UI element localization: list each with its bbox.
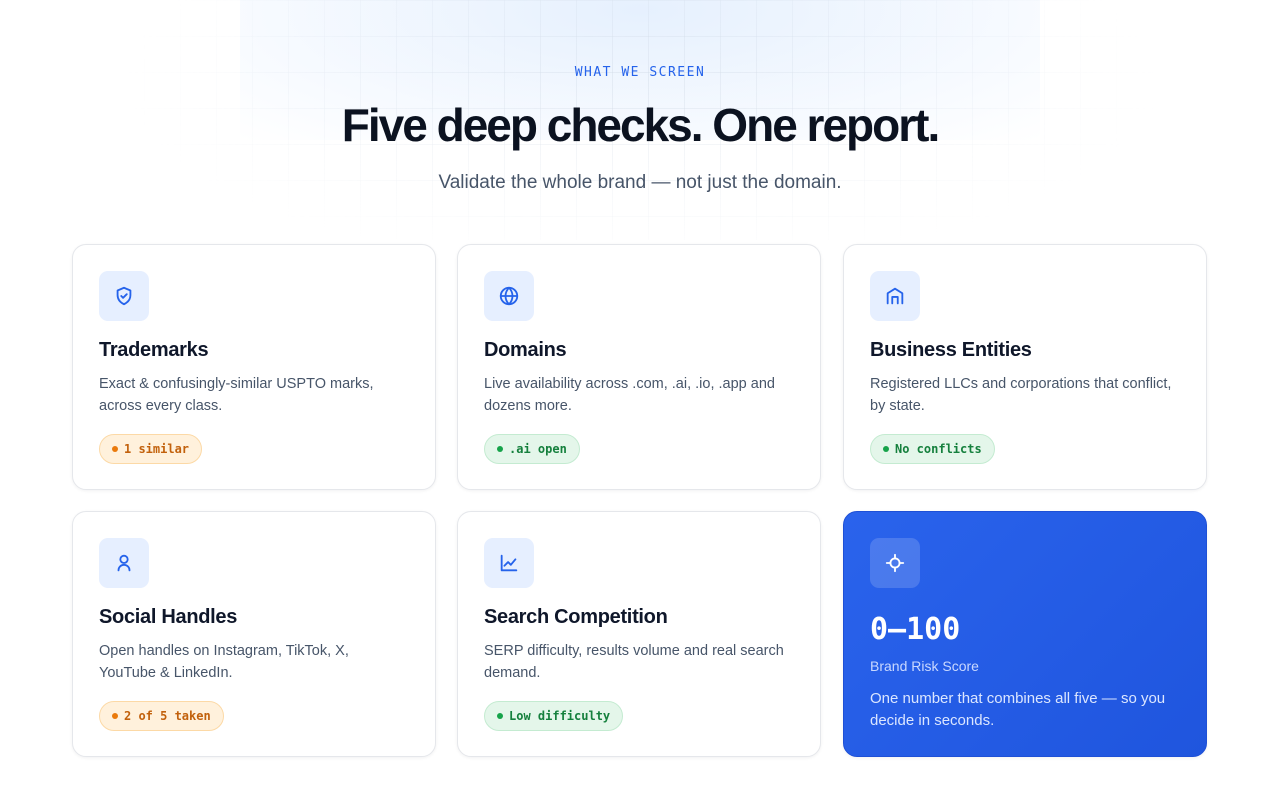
line-chart-icon [484,538,534,588]
status-badge: .ai open [484,434,580,464]
eyebrow-label: WHAT WE SCREEN [574,65,706,80]
card-brand-risk-score: 0–100 Brand Risk Score One number that c… [843,511,1207,757]
status-badge: No conflicts [870,434,995,464]
status-badge: 2 of 5 taken [99,701,224,731]
card-description: SERP difficulty, results volume and real… [484,643,784,681]
score-description: One number that combines all five — so y… [870,690,1166,729]
user-icon [99,538,149,588]
section-subtitle: Validate the whole brand — not just the … [438,172,842,193]
status-dot [497,713,503,719]
shield-check-icon [99,271,149,321]
section-title: Five deep checks. One report. [341,99,940,151]
card-title: Search Competition [484,606,668,628]
card-description: Registered LLCs and corporations that co… [870,376,1172,414]
card-title: Social Handles [99,606,238,628]
status-dot [883,446,889,452]
status-badge-label: Low difficulty [509,709,611,723]
crosshair-icon [870,538,920,588]
status-dot [112,446,118,452]
features-section: WHAT WE SCREEN Five deep checks. One rep… [0,0,1280,800]
status-badge: Low difficulty [484,701,624,731]
status-badge-label: 2 of 5 taken [124,709,211,723]
card-business-entities: Business Entities Registered LLCs and co… [843,244,1207,490]
globe-icon [484,271,534,321]
status-badge: 1 similar [99,434,203,464]
card-social-handles: Social Handles Open handles on Instagram… [72,511,436,757]
card-title: Business Entities [870,339,1032,361]
card-trademarks: Trademarks Exact & confusingly-similar U… [72,244,436,490]
score-label: Brand Risk Score [870,658,979,674]
status-badge-label: 1 similar [124,442,190,456]
card-search-competition: Search Competition SERP difficulty, resu… [457,511,821,757]
card-domains: Domains Live availability across .com, .… [457,244,821,490]
status-badge-label: .ai open [509,442,567,456]
status-dot [112,713,118,719]
status-dot [497,446,503,452]
card-title: Trademarks [99,339,209,361]
card-title: Domains [484,339,567,361]
building-icon [870,271,920,321]
card-description: Open handles on Instagram, TikTok, X, Yo… [99,643,349,681]
card-description: Live availability across .com, .ai, .io,… [484,376,775,414]
status-badge-label: No conflicts [895,442,982,456]
card-description: Exact & confusingly-similar USPTO marks,… [99,376,374,414]
score-range: 0–100 [870,612,961,647]
